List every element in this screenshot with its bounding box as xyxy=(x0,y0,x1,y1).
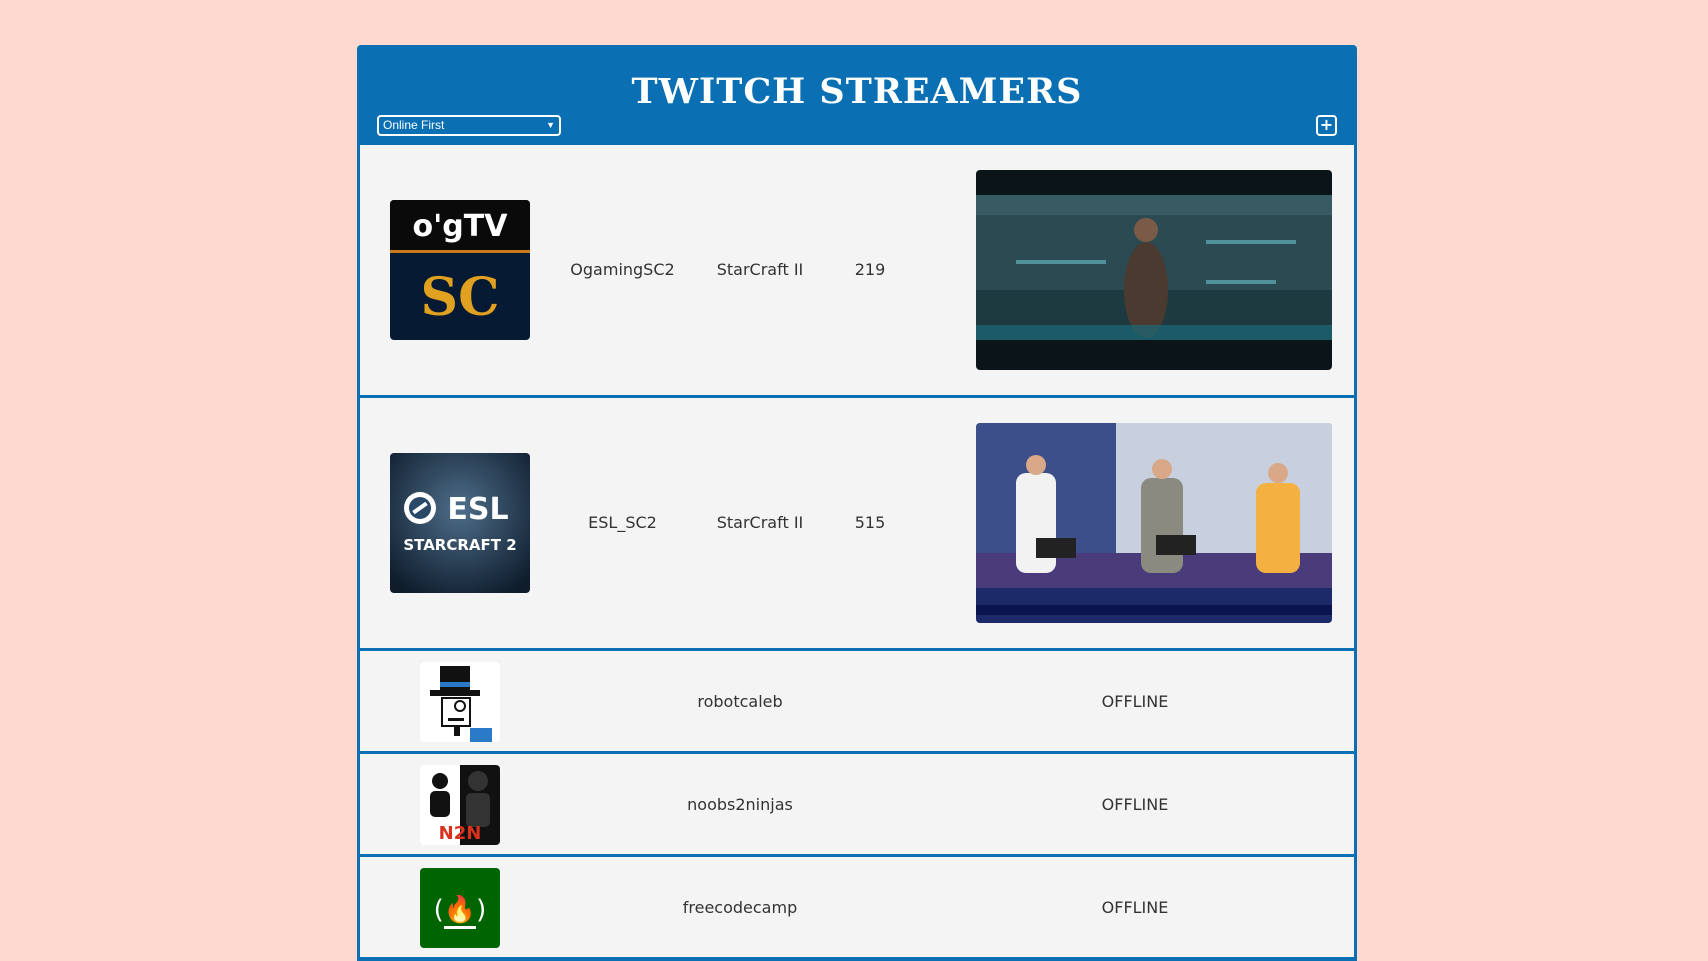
sort-select-value: Online First xyxy=(383,118,445,132)
streamer-name[interactable]: freecodecamp xyxy=(640,898,840,917)
add-streamer-button[interactable]: + xyxy=(1316,115,1337,136)
avatar-logo-text: N2N xyxy=(439,823,482,844)
streamer-game: StarCraft II xyxy=(716,260,804,279)
chevron-down-icon: ▼ xyxy=(546,120,555,130)
status-badge: OFFLINE xyxy=(1101,898,1169,917)
avatar: (🔥) xyxy=(420,868,500,948)
streamers-app: TWITCH STREAMERS Online First ▼ + o'gTV … xyxy=(357,45,1357,961)
avatar: N2N xyxy=(420,765,500,845)
streamer-name[interactable]: robotcaleb xyxy=(640,692,840,711)
avatar-logo-subtext: STARCRAFT 2 xyxy=(403,536,516,554)
streamer-name[interactable]: OgamingSC2 xyxy=(565,260,680,279)
status-badge: OFFLINE xyxy=(1101,692,1169,711)
list-item[interactable]: o'gTV SC OgamingSC2 StarCraft II 219 xyxy=(360,145,1354,398)
stream-preview[interactable] xyxy=(976,170,1332,370)
viewer-count: 515 xyxy=(854,513,886,532)
streamer-list: o'gTV SC OgamingSC2 StarCraft II 219 ESL… xyxy=(360,145,1354,960)
page-title: TWITCH STREAMERS xyxy=(631,71,1083,112)
header: TWITCH STREAMERS Online First ▼ + xyxy=(357,45,1357,145)
avatar-logo-text: ESL xyxy=(447,492,508,527)
avatar-logo-text: (🔥) xyxy=(434,894,487,925)
list-item[interactable]: (🔥) freecodecamp OFFLINE xyxy=(360,857,1354,960)
status-badge: OFFLINE xyxy=(1101,795,1169,814)
avatar-logo-text: o'gTV xyxy=(413,209,509,244)
viewer-count: 219 xyxy=(854,260,886,279)
avatar-logo-subtext: SC xyxy=(421,267,500,328)
streamer-game: StarCraft II xyxy=(716,513,804,532)
sort-select[interactable]: Online First ▼ xyxy=(377,115,561,136)
avatar: o'gTV SC xyxy=(390,200,530,340)
list-item[interactable]: N2N noobs2ninjas OFFLINE xyxy=(360,754,1354,857)
list-item[interactable]: robotcaleb OFFLINE xyxy=(360,651,1354,754)
stream-preview[interactable] xyxy=(976,423,1332,623)
list-item[interactable]: ESL STARCRAFT 2 ESL_SC2 StarCraft II 515 xyxy=(360,398,1354,651)
avatar: ESL STARCRAFT 2 xyxy=(390,453,530,593)
streamer-name[interactable]: noobs2ninjas xyxy=(640,795,840,814)
plus-icon: + xyxy=(1319,115,1334,134)
avatar xyxy=(420,662,500,742)
streamer-name[interactable]: ESL_SC2 xyxy=(565,513,680,532)
